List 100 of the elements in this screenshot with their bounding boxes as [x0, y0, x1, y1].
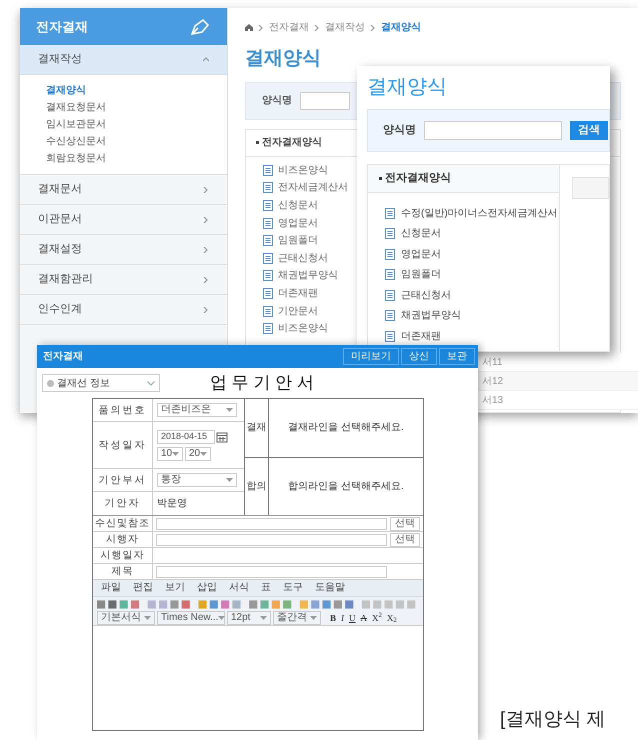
- document-icon: [263, 270, 273, 282]
- chevron-right-icon: [258, 24, 264, 30]
- sidebar-item[interactable]: 결재요청문서: [46, 100, 227, 115]
- search-field[interactable]: [424, 121, 562, 140]
- document-icon: [263, 288, 273, 299]
- document-icon: [385, 310, 395, 322]
- menu-item[interactable]: 보기: [165, 583, 185, 593]
- list-header: 전자결재양식: [262, 136, 322, 150]
- caret-icon: [172, 452, 180, 456]
- search-label: 양식명: [383, 123, 416, 138]
- list-item[interactable]: 더존재팬: [401, 328, 441, 344]
- header-button[interactable]: 보관: [439, 348, 475, 365]
- sidebar-section[interactable]: 결재작성: [20, 45, 227, 75]
- breadcrumb-link[interactable]: 결재양식: [381, 20, 421, 35]
- format-button[interactable]: U: [348, 614, 357, 622]
- caret-icon: [218, 616, 226, 620]
- approval-dropdown[interactable]: 결재선 정보: [42, 374, 160, 392]
- table-cell: 서11: [478, 353, 638, 372]
- list-item[interactable]: 비즈온양식: [278, 162, 328, 178]
- sidebar-title: 전자결재: [36, 18, 88, 36]
- bullet-icon: [256, 141, 259, 144]
- select-field[interactable]: 더존비즈온: [157, 403, 237, 417]
- caption-text: [결재양식 제: [500, 708, 606, 732]
- minute-select[interactable]: 20: [185, 446, 211, 460]
- menu-item[interactable]: 파일: [101, 583, 121, 593]
- caret-icon: [226, 408, 233, 412]
- list-item[interactable]: 근태신청서: [401, 288, 451, 303]
- list-item[interactable]: 수정(일반)마이너스전자세금계산서: [401, 206, 558, 221]
- list-item[interactable]: 채권법무양식: [401, 308, 461, 324]
- format-button[interactable]: X$^{2}$: [371, 614, 383, 622]
- bullet-icon: [379, 177, 382, 180]
- approval-hint: 결재라인을 선택해주세요.: [287, 421, 405, 436]
- sidebar-item[interactable]: 수신상신문서: [46, 134, 227, 149]
- input-field[interactable]: [156, 566, 387, 578]
- menu-item[interactable]: 편집: [133, 583, 153, 593]
- document-icon: [263, 164, 273, 176]
- list-item[interactable]: 더존재팬: [278, 286, 318, 301]
- document-icon: [385, 330, 395, 342]
- document-icon: [263, 252, 273, 264]
- field-label: 시행일자: [93, 548, 153, 563]
- list-item[interactable]: 임원폴더: [278, 233, 318, 248]
- document-icon: [263, 218, 273, 229]
- select-button[interactable]: 선택: [390, 532, 420, 546]
- format-select[interactable]: 기본서식: [97, 611, 155, 625]
- page-title: 결재양식: [244, 47, 322, 71]
- list-item[interactable]: 영업문서: [278, 216, 318, 231]
- list-item[interactable]: 신청문서: [278, 198, 318, 213]
- list-item[interactable]: 신청문서: [401, 226, 441, 242]
- input-field[interactable]: [156, 518, 387, 530]
- breadcrumb-link[interactable]: 전자결재: [269, 20, 309, 35]
- breadcrumb-link[interactable]: 결재작성: [325, 20, 365, 35]
- approval-label: 합의: [245, 458, 269, 515]
- menu-item[interactable]: 삽입: [197, 583, 217, 593]
- sidebar-item[interactable]: 회람요청문서: [46, 151, 227, 166]
- search-field[interactable]: [300, 92, 350, 110]
- list-item[interactable]: 근태신청서: [278, 250, 328, 266]
- field-label: 기안자: [93, 492, 153, 515]
- list-item[interactable]: 비즈온양식: [278, 321, 328, 336]
- hour-select[interactable]: 10: [157, 446, 183, 460]
- list-item[interactable]: 전자세금계산서: [278, 180, 348, 196]
- format-button[interactable]: B: [329, 614, 338, 622]
- field-label: 수신및참조: [93, 516, 153, 531]
- field-label: 제목: [93, 564, 153, 579]
- select-button[interactable]: 선택: [390, 516, 420, 530]
- menu-item[interactable]: 도움말: [315, 583, 345, 593]
- chevron-right-icon: [203, 276, 209, 282]
- format-select[interactable]: Times New...: [157, 611, 225, 625]
- list-header: 전자결재양식: [385, 171, 451, 186]
- chevron-right-icon: [203, 186, 209, 192]
- format-select[interactable]: 12pt: [227, 611, 271, 625]
- approval-label: 결재: [245, 399, 269, 456]
- menu-item[interactable]: 표: [261, 583, 271, 593]
- sidebar-item[interactable]: 결재양식: [46, 83, 227, 98]
- chevron-right-icon: [203, 246, 209, 252]
- header-button[interactable]: 상신: [401, 348, 437, 365]
- format-button[interactable]: A: [360, 614, 368, 622]
- date-field[interactable]: 2018-04-15: [157, 430, 215, 444]
- chevron-down-icon: [147, 380, 155, 386]
- circle-icon: [47, 380, 54, 386]
- select-field[interactable]: 통장: [157, 473, 237, 487]
- list-item[interactable]: 임원폴더: [401, 267, 441, 282]
- search-label: 양식명: [262, 94, 292, 108]
- input-field[interactable]: [156, 534, 387, 546]
- search-button[interactable]: 검색: [570, 121, 608, 140]
- list-item[interactable]: 기안문서: [278, 304, 318, 319]
- format-button[interactable]: I: [340, 614, 346, 622]
- pen-icon: [189, 16, 211, 36]
- table-cell: 서12: [478, 372, 638, 391]
- format-button[interactable]: X$_{2}$: [386, 614, 398, 622]
- list-item[interactable]: 채권법무양식: [278, 268, 338, 284]
- menu-item[interactable]: 서식: [229, 583, 249, 593]
- header-button[interactable]: 미리보기: [343, 348, 399, 365]
- field-label: 시행자: [93, 532, 153, 547]
- field-label: 작성일자: [93, 422, 153, 468]
- menu-item[interactable]: 도구: [283, 583, 303, 593]
- document-icon: [263, 306, 273, 317]
- document-icon: [385, 269, 395, 280]
- sidebar-item[interactable]: 임시보관문서: [46, 117, 227, 132]
- list-item[interactable]: 영업문서: [401, 246, 441, 262]
- format-select[interactable]: 줄간격: [273, 611, 321, 625]
